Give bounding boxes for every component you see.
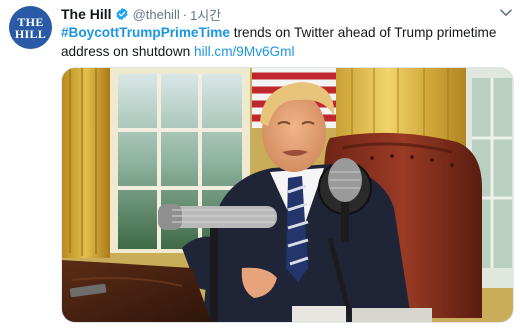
tweet-header: The Hill @thehill · 1시간 xyxy=(61,5,221,23)
tweet-timestamp[interactable]: 1시간 xyxy=(190,5,221,24)
hashtag-link[interactable]: #BoycottTrumpPrimeTime xyxy=(61,25,230,40)
verified-badge-icon xyxy=(115,7,128,21)
chevron-down-icon[interactable] xyxy=(500,9,512,17)
separator-dot: · xyxy=(182,6,188,22)
tweet-card[interactable]: THE HILL The Hill @thehill · 1시간 #Boycot… xyxy=(0,0,520,329)
avatar-text-line2: HILL xyxy=(14,26,47,41)
account-name[interactable]: The Hill xyxy=(61,6,112,22)
short-url-link[interactable]: hill.cm/9Mv6Gml xyxy=(194,44,294,59)
photo-press-interview xyxy=(62,68,513,322)
tweet-photo[interactable] xyxy=(61,67,514,323)
avatar[interactable]: THE HILL xyxy=(9,6,52,49)
avatar-text-line1: THE xyxy=(17,14,44,29)
tweet-text: #BoycottTrumpPrimeTime trends on Twitter… xyxy=(61,23,509,61)
account-handle[interactable]: @thehill xyxy=(133,7,180,22)
